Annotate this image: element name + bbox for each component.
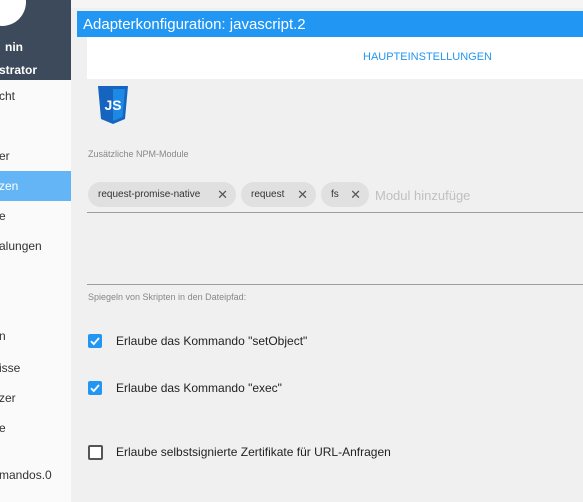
exec-label[interactable]: Erlaube das Kommando "exec" [116,381,282,395]
setobject-checkbox[interactable] [88,334,102,348]
logo-text: JS [104,97,121,113]
check-icon [90,384,100,393]
sidebar-item-instances[interactable]: zen [0,171,71,201]
sidebar-item-label: zen [0,179,19,193]
sidebar-item-label: cht [0,89,16,103]
sidebar-item-commands[interactable]: mandos.0 [0,460,71,490]
dialog-title: Adapterkonfiguration: javascript.2 [77,11,583,37]
javascript-logo-icon: JS [96,85,130,125]
top-strip [71,0,583,8]
chip-request-promise-native[interactable]: request-promise-native ✕ [88,182,236,207]
input-underline [87,212,583,213]
setobject-label[interactable]: Erlaube das Kommando "setObject" [116,334,307,348]
add-module-input[interactable] [373,183,577,207]
close-icon[interactable]: ✕ [297,182,308,207]
sidebar-item-objects[interactable]: e [0,201,71,231]
chip-label: request [251,189,285,200]
check-icon [90,337,100,346]
tab-bar: HAUPTEINSTELLUNGEN [87,37,583,79]
sidebar-item-users[interactable]: zer [0,383,71,413]
mirror-path-label: Spiegeln von Skripten in den Dateipfad: [88,292,247,302]
mirror-path-underline[interactable] [87,284,583,285]
sidebar-item-events[interactable]: isse [0,353,71,383]
sidebar-item-overview[interactable]: cht [0,81,71,111]
sidebar-item-adapters[interactable]: er [0,141,71,171]
sidebar-item-enums[interactable]: alungen [0,231,71,261]
chip-label: fs [331,189,339,200]
sidebar-user-header: nin strator [0,0,71,80]
close-icon[interactable]: ✕ [217,182,228,207]
sidebar-item-label: e [0,209,6,223]
user-name-line-2: strator [0,63,38,77]
sidebar: nin strator cht er zen e alungen n isse … [0,0,71,502]
self-signed-certs-label[interactable]: Erlaube selbstsignierte Zertifikate für … [116,445,391,459]
chip-label: request-promise-native [98,189,201,200]
avatar[interactable] [0,0,26,26]
sidebar-item-label: e [0,421,6,435]
sidebar-item-hosts[interactable]: e [0,413,71,443]
sidebar-item-label: alungen [0,239,42,253]
self-signed-certs-checkbox[interactable] [88,445,103,460]
sidebar-item-label: mandos.0 [0,468,52,482]
user-name-line-1: nin [5,40,23,54]
npm-modules-label: Zusätzliche NPM-Module [88,149,189,159]
chip-request[interactable]: request ✕ [241,182,316,207]
sidebar-item-label: zer [0,391,16,405]
sidebar-item-n[interactable]: n [0,321,71,351]
close-icon[interactable]: ✕ [350,182,361,207]
exec-checkbox[interactable] [88,381,102,395]
sidebar-item-label: er [0,149,10,163]
sidebar-item-label: isse [0,361,21,375]
tab-main-settings[interactable]: HAUPTEINSTELLUNGEN [363,51,492,63]
main-content: Adapterkonfiguration: javascript.2 HAUPT… [71,0,583,502]
sidebar-item-label: n [0,329,6,343]
chip-fs[interactable]: fs ✕ [321,182,369,207]
